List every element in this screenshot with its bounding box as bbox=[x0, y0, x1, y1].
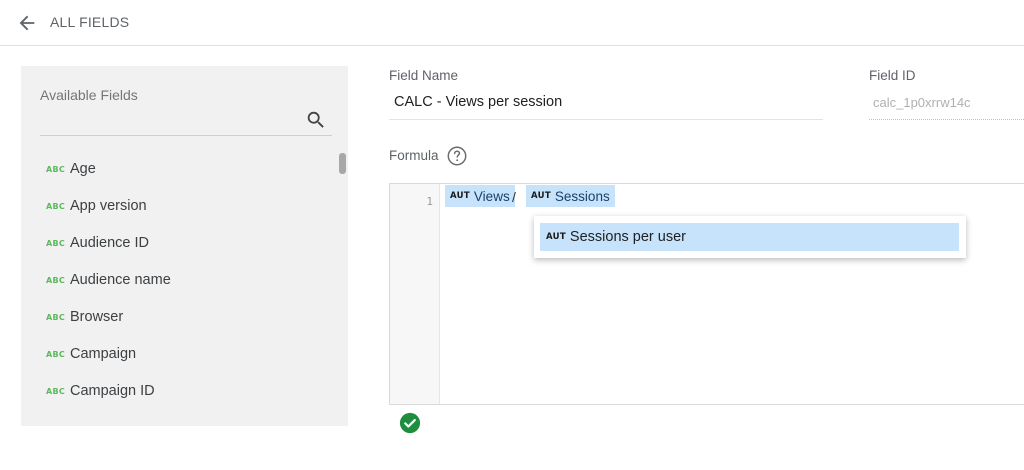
field-item-campaign[interactable]: ABC Campaign bbox=[21, 336, 341, 373]
autocomplete-dropdown: AUT Sessions per user bbox=[534, 216, 966, 258]
line-gutter: 1 bbox=[390, 184, 440, 404]
field-label: Browser bbox=[70, 309, 124, 325]
token-label: Sessions bbox=[554, 188, 610, 204]
field-name-input[interactable]: CALC - Views per session bbox=[389, 88, 823, 120]
field-item-audience-id[interactable]: ABC Audience ID bbox=[21, 225, 341, 262]
field-item-app-version[interactable]: ABC App version bbox=[21, 188, 341, 225]
field-id-label: Field ID bbox=[869, 68, 916, 83]
abc-type-icon: ABC bbox=[46, 202, 66, 211]
search-underline bbox=[40, 135, 332, 136]
abc-type-icon: ABC bbox=[46, 276, 66, 285]
field-name-label: Field Name bbox=[389, 68, 459, 83]
aut-type-icon: AUT bbox=[546, 232, 566, 242]
abc-type-icon: ABC bbox=[46, 387, 66, 396]
field-label: Age bbox=[70, 161, 96, 177]
field-label: App version bbox=[70, 198, 147, 214]
aut-type-icon: AUT bbox=[450, 191, 470, 201]
field-label: Campaign bbox=[70, 346, 137, 362]
aut-type-icon: AUT bbox=[531, 191, 551, 201]
token-label: Views bbox=[473, 188, 510, 204]
top-bar: ALL FIELDS bbox=[0, 0, 1024, 46]
suggestion-label: Sessions per user bbox=[569, 229, 686, 245]
formula-token-sessions[interactable]: AUT Sessions bbox=[526, 185, 615, 207]
field-item-campaign-id[interactable]: ABC Campaign ID bbox=[21, 373, 341, 410]
field-label: Campaign ID bbox=[70, 383, 155, 399]
arrow-back-icon[interactable] bbox=[16, 12, 38, 34]
field-label: Audience ID bbox=[70, 235, 149, 251]
formula-operator: / bbox=[512, 189, 516, 205]
line-number: 1 bbox=[426, 195, 433, 208]
field-label: Audience name bbox=[70, 272, 171, 288]
calculated-field-editor: ALL FIELDS Available Fields ABC Age ABC … bbox=[0, 0, 1024, 470]
help-icon[interactable] bbox=[446, 145, 468, 167]
abc-type-icon: ABC bbox=[46, 350, 66, 359]
field-item-audience-name[interactable]: ABC Audience name bbox=[21, 262, 341, 299]
field-id-input[interactable]: calc_1p0xrrw14c bbox=[869, 88, 1024, 120]
header-title[interactable]: ALL FIELDS bbox=[50, 14, 129, 30]
field-item-age[interactable]: ABC Age bbox=[21, 151, 341, 188]
check-circle-icon bbox=[399, 412, 421, 434]
field-item-browser[interactable]: ABC Browser bbox=[21, 299, 341, 336]
field-list: ABC Age ABC App version ABC Audience ID … bbox=[21, 151, 341, 410]
autocomplete-item-sessions-per-user[interactable]: AUT Sessions per user bbox=[540, 223, 959, 251]
available-fields-panel: Available Fields ABC Age ABC App version… bbox=[21, 66, 348, 426]
abc-type-icon: ABC bbox=[46, 239, 66, 248]
field-list-scrollbar[interactable] bbox=[339, 153, 346, 174]
abc-type-icon: ABC bbox=[46, 313, 66, 322]
abc-type-icon: ABC bbox=[46, 165, 66, 174]
search-icon[interactable] bbox=[305, 109, 327, 131]
panel-title: Available Fields bbox=[40, 87, 138, 103]
formula-label: Formula bbox=[389, 148, 439, 163]
formula-token-views[interactable]: AUT Views bbox=[445, 185, 515, 207]
